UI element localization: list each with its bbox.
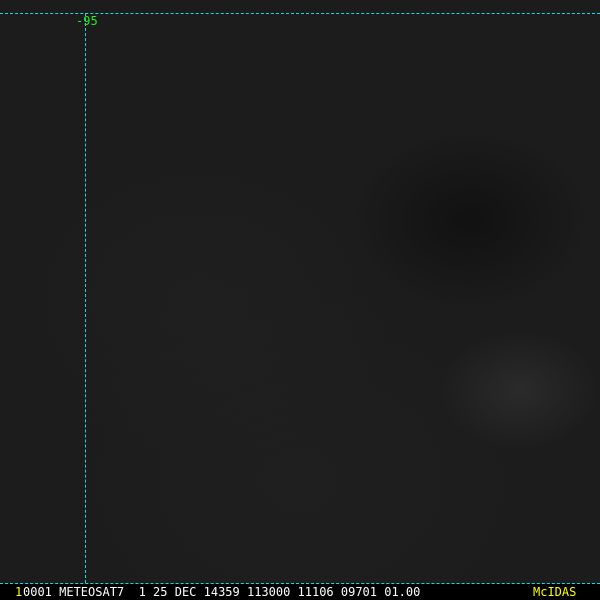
image-info: 0001 METEOSAT7 1 25 DEC 14359 113000 111… (23, 585, 421, 599)
status-bar: 1 0001 METEOSAT7 1 25 DEC 14359 113000 1… (0, 584, 600, 600)
frame-number: 1 (15, 585, 23, 599)
grid-label: -95 (76, 14, 98, 28)
mcidas-brand: McIDAS (533, 585, 577, 599)
satellite-image-frame: -95 1 0001 METEOSAT7 1 25 DEC 14359 1130… (0, 0, 600, 600)
grid-line-longitude (85, 13, 86, 583)
